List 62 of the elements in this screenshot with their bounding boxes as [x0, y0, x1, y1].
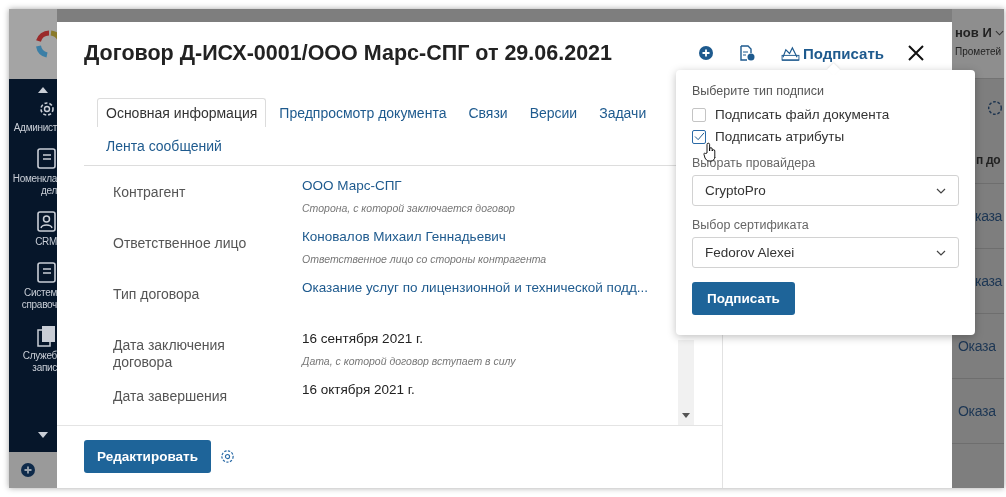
contact-card-icon[interactable]: [37, 211, 57, 233]
column-heading: п до: [976, 153, 1002, 167]
caret-up-icon[interactable]: [38, 87, 48, 93]
scrollbar[interactable]: [678, 340, 694, 425]
sign-link[interactable]: Подписать: [781, 44, 884, 62]
logo-icon: [35, 30, 57, 58]
nav-label[interactable]: Номенкла: [12, 173, 57, 185]
provider-label: Выбрать провайдера: [692, 156, 816, 170]
add-icon[interactable]: [21, 463, 35, 477]
nav-label[interactable]: Служеб: [22, 350, 57, 362]
book-icon[interactable]: [37, 262, 57, 284]
chevron-down-icon[interactable]: [994, 29, 1004, 36]
field-hint: Дата, с которой договор вступает в силу: [302, 355, 517, 367]
signature-icon: [781, 45, 800, 61]
pages-icon[interactable]: [37, 325, 57, 347]
tab[interactable]: Основная информация: [97, 98, 267, 127]
caret-down-icon[interactable]: [38, 432, 48, 438]
settings-icon[interactable]: [986, 99, 1004, 117]
tab[interactable]: Связи: [459, 98, 517, 127]
field-label: Тип договора: [113, 285, 201, 304]
tab[interactable]: Версии: [520, 98, 587, 127]
organization-name: Прометей: [955, 46, 1003, 57]
tab[interactable]: Задачи: [590, 98, 656, 127]
dialog-title: Договор Д-ИСХ-0001/ООО Марс-СПГ от 29.06.2021: [84, 40, 612, 66]
popover-title: Выберите тип подписи: [692, 84, 824, 98]
sign-button[interactable]: Подписать: [692, 282, 795, 315]
field-label: Дата завершения: [113, 387, 229, 406]
nav-label[interactable]: дел: [41, 185, 57, 197]
chevron-down-icon: [936, 187, 946, 194]
close-icon[interactable]: [908, 45, 924, 61]
add-icon[interactable]: [699, 46, 713, 60]
field-value: 16 сентября 2021 г.: [302, 331, 424, 346]
checkbox[interactable]: [692, 107, 706, 122]
field-label: Контрагент: [113, 183, 187, 202]
checkbox[interactable]: [692, 129, 706, 144]
field-link[interactable]: Коновалов Михаил Геннадьевич: [302, 229, 678, 244]
tab[interactable]: Лента сообщений: [97, 131, 231, 160]
tab[interactable]: Предпросмотр документа: [270, 98, 456, 127]
gear-icon[interactable]: [37, 99, 57, 119]
field-label: Ответственное лицо: [113, 234, 248, 253]
checkbox-label[interactable]: Подписать файл документа: [715, 107, 890, 122]
edit-button[interactable]: Редактировать: [84, 439, 211, 473]
checkbox-label[interactable]: Подписать атрибуты: [715, 129, 845, 144]
settings-icon[interactable]: [219, 448, 235, 464]
nav-label[interactable]: Админист: [13, 122, 57, 134]
book-icon[interactable]: [37, 148, 57, 170]
field-hint: Ответственное лицо со стороны контрагента: [302, 253, 548, 265]
field-link[interactable]: Оказание услуг по лицензионной и технической подд...: [302, 280, 678, 295]
caret-down-icon[interactable]: [682, 413, 690, 418]
user-name[interactable]: нов И: [955, 25, 992, 40]
field-value: 16 октября 2021 г.: [302, 382, 416, 397]
certificate-select[interactable]: Fedorov Alexei: [692, 237, 959, 268]
nav-label[interactable]: Систем: [24, 287, 57, 299]
field-label: Дата заключения договора: [113, 336, 226, 372]
nav-label[interactable]: справоч: [21, 299, 57, 311]
nav-label[interactable]: CRM: [35, 236, 57, 248]
field-link[interactable]: ООО Марс-СПГ: [302, 178, 678, 193]
field-hint: Сторона, с которой заключается договор: [302, 202, 516, 214]
certificate-label: Выбор сертификата: [692, 218, 809, 232]
chevron-down-icon: [936, 249, 946, 256]
nav-label[interactable]: запис: [32, 362, 57, 374]
provider-select[interactable]: CryptoPro: [692, 175, 959, 206]
